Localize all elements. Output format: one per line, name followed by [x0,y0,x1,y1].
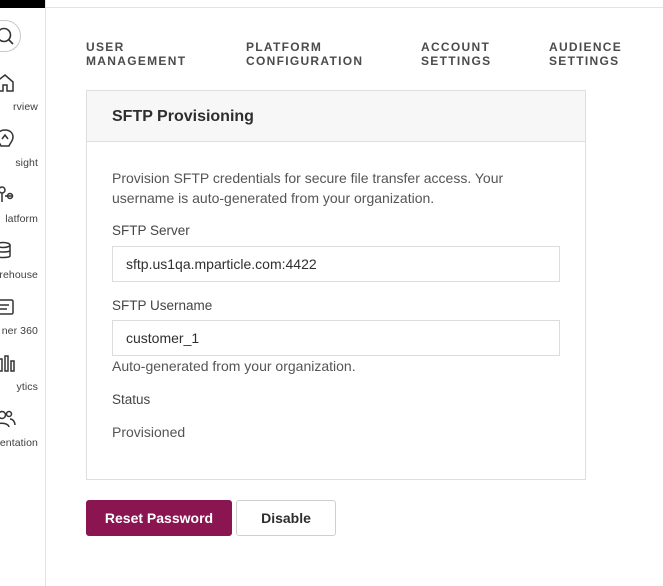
search-button[interactable] [0,20,21,52]
nav-item-customer-360[interactable]: ner 360 [0,296,45,346]
reset-password-button[interactable]: Reset Password [86,500,232,536]
status-value: Provisioned [112,424,186,440]
nav-item-label: latform [5,213,38,225]
nav-item-segmentation[interactable]: entation [0,408,45,458]
tab-label-line2: SETTINGS [549,54,620,68]
tab-platform-configuration[interactable]: PLATFORM CONFIGURATION [246,40,386,68]
nav-item-label: rview [12,101,38,113]
tab-label-line2: MANAGEMENT [86,54,187,68]
tab-user-management[interactable]: USER MANAGEMENT [86,40,216,68]
search-icon [0,27,14,45]
id-card-icon [0,299,14,315]
sftp-username-field[interactable]: customer_1 [112,320,560,356]
nav-item-platform[interactable]: latform [0,184,45,234]
nav-item-label: ytics [16,381,38,393]
nav-item-analytics[interactable]: ytics [0,352,45,402]
top-bar [0,0,45,8]
tab-label-line1: AUDIENCE [549,40,623,54]
tab-label-line2: SETTINGS [421,54,492,68]
nav-item-insight[interactable]: sight [0,128,45,178]
users-icon [0,410,16,428]
status-label: Status [112,392,151,407]
left-nav-rail: rview sight latform arehouse ner [0,0,46,586]
nav-item-label: arehouse [0,269,38,281]
disable-button[interactable]: Disable [236,500,336,536]
card-title: SFTP Provisioning [87,91,585,142]
tab-label-line1: USER [86,40,125,54]
settings-tabs: USER MANAGEMENT PLATFORM CONFIGURATION A… [86,40,663,70]
home-icon [0,74,14,92]
sftp-server-field[interactable]: sftp.us1qa.mparticle.com:4422 [112,246,560,282]
card-description: Provision SFTP credentials for secure fi… [112,170,504,206]
database-icon [0,241,11,259]
sftp-server-label: SFTP Server [112,223,190,238]
nav-item-label: sight [15,157,38,169]
tab-audience-settings[interactable]: AUDIENCE SETTINGS [549,40,659,68]
nav-item-overview[interactable]: rview [0,72,45,122]
platform-icon [0,186,14,202]
header-divider [46,7,663,8]
tab-label-line2: CONFIGURATION [246,54,364,68]
tab-label-line1: ACCOUNT [421,40,491,54]
tab-account-settings[interactable]: ACCOUNT SETTINGS [421,40,551,68]
username-hint: Auto-generated from your organization. [112,358,356,374]
nav-item-warehouse[interactable]: arehouse [0,240,45,290]
bar-chart-icon [0,355,15,372]
sftp-provisioning-card: SFTP Provisioning Provision SFTP credent… [86,90,586,480]
sftp-username-label: SFTP Username [112,298,213,313]
insight-icon [0,129,14,147]
nav-item-label: entation [0,437,38,449]
nav-item-label: ner 360 [1,325,38,337]
tab-label-line1: PLATFORM [246,40,323,54]
